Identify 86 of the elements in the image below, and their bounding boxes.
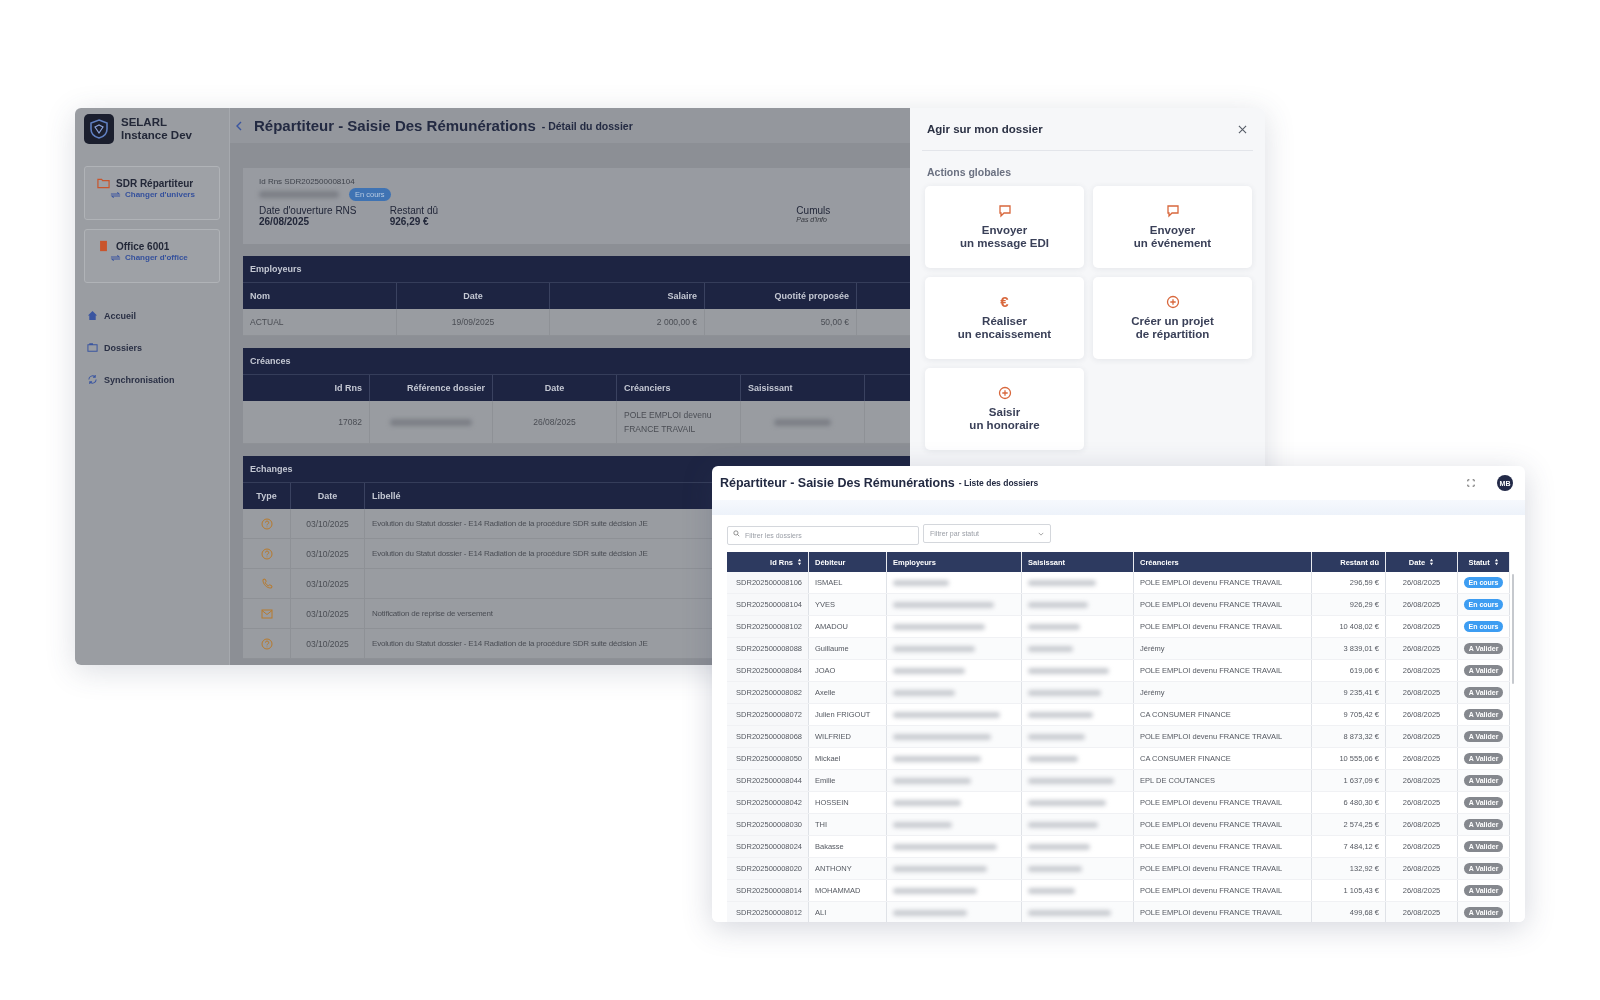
table-cell: ACTUAL — [243, 309, 397, 335]
table-cell: 03/10/2025 — [291, 509, 365, 538]
action-card[interactable]: Envoyer un événement — [1093, 186, 1252, 268]
table-cell: 50,00 € — [705, 309, 857, 335]
add-icon — [997, 386, 1012, 400]
action-card[interactable]: Saisir un honoraire — [925, 368, 1084, 450]
redacted-text — [1028, 865, 1083, 872]
redacted-text — [1028, 887, 1075, 894]
table-cell: 19/09/2025 — [397, 309, 550, 335]
page-subtitle: - Détail du dossier — [541, 119, 633, 132]
table-cell: 03/10/2025 — [291, 599, 365, 628]
section-title: Employeurs — [250, 264, 302, 274]
table-cell: 03/10/2025 — [291, 629, 365, 658]
switch-icon — [110, 253, 121, 262]
redacted-text — [893, 799, 962, 806]
context-title: Office 6001 — [116, 240, 170, 252]
section-title: Créances — [250, 356, 291, 366]
page-title: Répartiteur - Saisie Des Rémunérations — [254, 117, 536, 134]
search-icon — [733, 530, 740, 537]
euro-icon: € — [1000, 295, 1009, 309]
table-cell: 26/08/2025 — [533, 417, 576, 427]
nav-item[interactable]: Synchronisation — [104, 374, 175, 385]
fullscreen-icon[interactable] — [1467, 479, 1475, 487]
action-card[interactable]: Envoyer un message EDI — [925, 186, 1084, 268]
table-cell: 2 000,00 € — [550, 309, 705, 335]
redacted-text — [1028, 645, 1073, 652]
phone-icon — [260, 577, 273, 590]
redacted-text — [773, 418, 832, 426]
folder-icon — [87, 342, 98, 353]
question-icon — [260, 547, 273, 560]
shield-logo-icon — [84, 114, 114, 144]
redacted-text — [1028, 733, 1086, 740]
redacted-text — [1028, 821, 1099, 828]
field-label: Cumuls — [796, 205, 832, 216]
building-icon — [97, 240, 110, 252]
question-icon — [260, 637, 273, 650]
redacted-text — [893, 579, 950, 586]
field-label: Restant dû — [389, 205, 440, 216]
table-cell: 03/10/2025 — [291, 539, 365, 568]
nav-item[interactable]: Accueil — [104, 310, 136, 321]
brand-name: SELARL — [121, 116, 168, 129]
table-cell: Evolution du Statut dossier - E14 Radiation de la procédure SDR suite décision JE — [372, 519, 648, 528]
redacted-text — [893, 821, 952, 828]
redacted-text — [1028, 579, 1097, 586]
panel-title: Agir sur mon dossier — [927, 123, 1043, 135]
field-value: 926,29 € — [389, 216, 430, 227]
redacted-text — [1028, 843, 1091, 850]
add-icon — [1165, 295, 1180, 309]
redacted-text — [1028, 601, 1089, 608]
table-cell: 03/10/2025 — [291, 569, 365, 598]
field-value: 26/08/2025 — [259, 216, 311, 227]
switch-icon — [110, 190, 121, 199]
action-card[interactable]: Créer un projet de répartition — [1093, 277, 1252, 359]
redacted-text — [893, 667, 965, 674]
redacted-text — [1028, 711, 1094, 718]
table-cell: Evolution du Statut dossier - E14 Radiation de la procédure SDR suite décision JE — [372, 549, 648, 558]
nav-item[interactable]: Dossiers — [104, 342, 143, 353]
mail-icon — [260, 607, 273, 620]
page-subtitle: - Liste des dossiers — [958, 478, 1039, 488]
context-title: SDR Répartiteur — [116, 177, 194, 189]
section-title: Echanges — [250, 464, 293, 474]
table-cell: Notification de reprise de versement — [372, 609, 493, 618]
field-label: Date d'ouverture RNS — [259, 205, 358, 216]
sort-icon[interactable] — [1429, 558, 1435, 566]
id-label: Id Rns SDR202500008104 — [259, 177, 355, 186]
chat-icon — [1165, 204, 1180, 218]
chat-icon — [997, 204, 1012, 218]
redacted-text — [1028, 755, 1078, 762]
page-title: Répartiteur - Saisie Des Rémunérations — [720, 476, 955, 490]
action-card[interactable]: € Réaliser un encaissement — [925, 277, 1084, 359]
redacted-text — [893, 689, 956, 696]
question-icon — [260, 517, 273, 530]
section-title: Actions globales — [927, 166, 1012, 178]
folder-icon — [97, 177, 110, 189]
redacted-text — [1028, 623, 1081, 630]
sort-icon[interactable] — [1493, 558, 1499, 566]
home-icon — [87, 310, 98, 321]
table-cell: Evolution du Statut dossier - E14 Radiation de la procédure SDR suite décision JE — [372, 639, 648, 648]
sync-icon — [87, 374, 98, 385]
close-icon[interactable] — [1238, 124, 1247, 134]
table-cell: 17082 — [338, 417, 362, 427]
instance-name: Instance Dev — [121, 129, 192, 142]
chevron-icon — [1038, 531, 1044, 536]
sort-icon[interactable] — [797, 558, 802, 566]
table-cell-text: POLE EMPLOI devenu FRANCE TRAVAIL — [624, 409, 713, 436]
scrollbar[interactable] — [1512, 574, 1514, 684]
